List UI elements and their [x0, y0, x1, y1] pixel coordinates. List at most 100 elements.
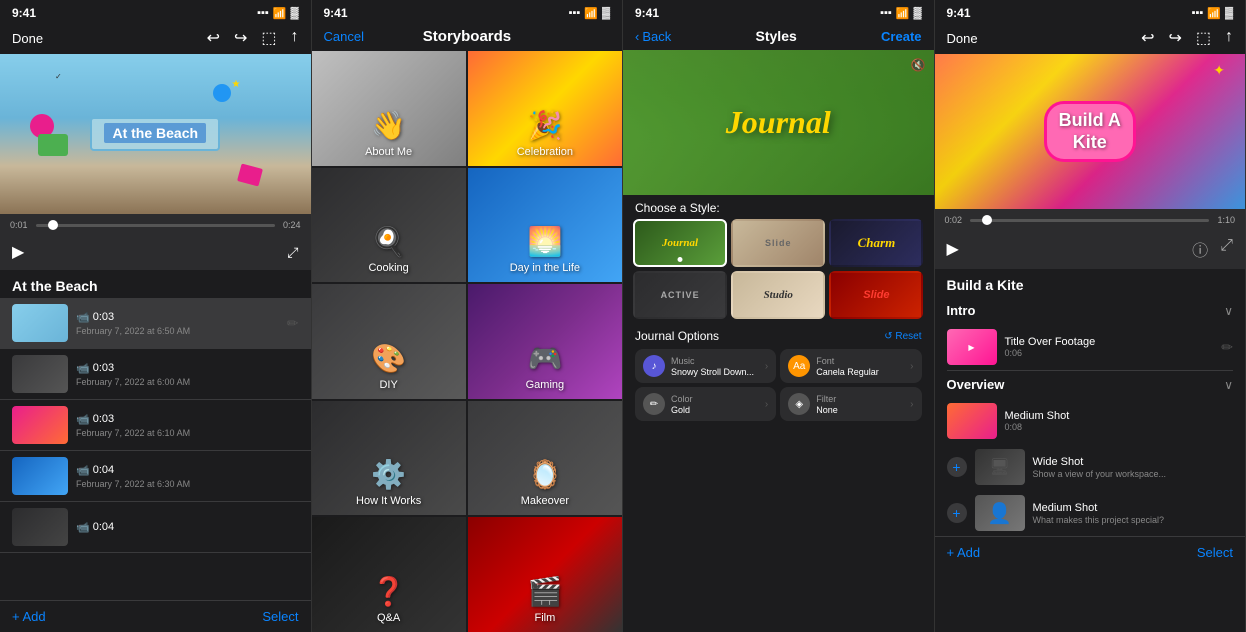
option-font[interactable]: Aa Font Canela Regular ›	[780, 349, 921, 383]
play-button-4[interactable]: ▶	[947, 239, 959, 259]
deco-blue-circle	[213, 84, 231, 102]
sb-about[interactable]: 👋 About Me	[312, 51, 466, 166]
undo-icon-4[interactable]: ↩	[1141, 28, 1154, 48]
kite-preview: ✦ Build A Kite	[935, 54, 1246, 209]
journal-preview: Journal 🔇	[623, 50, 934, 195]
undo-icon-1[interactable]: ↩	[207, 28, 220, 48]
wifi-icon-2: 📶	[584, 7, 598, 20]
film-label: Film	[534, 612, 555, 624]
wide-shot-plus[interactable]: +	[947, 457, 967, 477]
info-button-4[interactable]: ⓘ	[1192, 237, 1208, 261]
sb-celebration[interactable]: 🎉 Celebration	[468, 51, 622, 166]
playhead-1[interactable]	[48, 220, 58, 230]
share-icon-1[interactable]: ↑	[291, 28, 299, 48]
redo-icon-1[interactable]: ↪	[234, 28, 247, 48]
overview-clip-title-2: Medium Shot	[1033, 502, 1234, 514]
clip-item-4[interactable]: 📹 0:04	[0, 502, 311, 553]
color-key: Color	[671, 394, 759, 404]
sb-gaming[interactable]: 🎮 Gaming	[468, 284, 622, 399]
select-button-1[interactable]: Select	[262, 609, 298, 624]
done-button-1[interactable]: Done	[12, 31, 43, 46]
signal-icon-2: ▪▪▪	[569, 7, 581, 19]
status-icons-2: ▪▪▪ 📶 ▓	[569, 7, 610, 20]
overview-clip-2[interactable]: + 👤 Medium Shot What makes this project …	[935, 490, 1246, 536]
mute-icon-3[interactable]: 🔇	[911, 58, 926, 72]
select-button-4[interactable]: Select	[1197, 545, 1233, 560]
option-color[interactable]: ✏ Color Gold ›	[635, 387, 776, 421]
overview-clip-sub-1: Show a view of your workspace...	[1033, 469, 1234, 479]
intro-duration-0: 0:06	[1005, 348, 1214, 358]
filter-icon: ◈	[788, 393, 810, 415]
style-journal[interactable]: Journal	[633, 219, 727, 267]
clip-item-2[interactable]: 📹 0:03 February 7, 2022 at 6:10 AM	[0, 400, 311, 451]
signal-icon-1: ▪▪▪	[257, 7, 269, 19]
style-active[interactable]: Active	[633, 271, 727, 319]
overview-thumb-2: 👤	[975, 495, 1025, 531]
bottom-bar-4: + Add Select	[935, 536, 1246, 568]
chevron-left-icon: ‹	[635, 29, 639, 44]
cancel-button-2[interactable]: Cancel	[324, 29, 364, 44]
style-slide2-label: Slide	[863, 289, 889, 301]
duration-text-4: 0:04	[93, 521, 114, 533]
crop-icon-4[interactable]: ⬚	[1196, 28, 1211, 48]
add-button-4[interactable]: + Add	[947, 545, 981, 560]
clip-item-3[interactable]: 📹 0:04 February 7, 2022 at 6:30 AM	[0, 451, 311, 502]
overview-section-header[interactable]: Overview ∨	[935, 371, 1246, 398]
signal-icon-3: ▪▪▪	[880, 7, 892, 19]
overview-clip-0[interactable]: Medium Shot 0:08	[935, 398, 1246, 444]
playhead-4[interactable]	[982, 215, 992, 225]
intro-clip-0[interactable]: ▶ Title Over Footage 0:06 ✏	[935, 324, 1246, 370]
share-icon-4[interactable]: ↑	[1225, 28, 1233, 48]
style-charm[interactable]: Charm	[829, 219, 923, 267]
intro-section-header[interactable]: Intro ∨	[935, 297, 1246, 324]
time-start-1: 0:01	[10, 220, 28, 230]
play-button-1[interactable]: ▶	[12, 242, 24, 262]
music-key: Music	[671, 356, 759, 366]
clip-duration-2: 📹 0:03	[76, 413, 299, 426]
overview-clip-1[interactable]: + 🖥 Wide Shot Show a view of your worksp…	[935, 444, 1246, 490]
sb-diy[interactable]: 🎨 DIY	[312, 284, 466, 399]
styles-title: Styles	[756, 28, 797, 44]
timeline-track-1[interactable]	[36, 224, 275, 227]
clip-item-0[interactable]: 📹 0:03 February 7, 2022 at 6:50 AM ✏	[0, 298, 311, 349]
sb-makeover[interactable]: 🪞 Makeover	[468, 401, 622, 516]
medium-shot-plus[interactable]: +	[947, 503, 967, 523]
done-button-4[interactable]: Done	[947, 31, 978, 46]
create-button-3[interactable]: Create	[881, 29, 921, 44]
timeline-track-4[interactable]	[970, 219, 1209, 222]
style-studio-label: Studio	[764, 289, 793, 301]
expand-button-4[interactable]: ⤢	[1220, 237, 1233, 261]
option-music[interactable]: ♪ Music Snowy Stroll Down... ›	[635, 349, 776, 383]
diy-icon: 🎨	[371, 342, 406, 375]
style-slide[interactable]: Slide	[731, 219, 825, 267]
style-slide2[interactable]: Slide	[829, 271, 923, 319]
sb-qa[interactable]: ❓ Q&A	[312, 517, 466, 632]
sb-daylife[interactable]: 🌅 Day in the Life	[468, 168, 622, 283]
style-studio[interactable]: Studio	[731, 271, 825, 319]
intro-edit-0[interactable]: ✏	[1221, 339, 1233, 356]
project-title-1: At the Beach	[0, 270, 311, 298]
clip-item-1[interactable]: 📹 0:03 February 7, 2022 at 6:00 AM	[0, 349, 311, 400]
expand-button-1[interactable]: ⤢	[287, 244, 298, 261]
overview-meta-1: Wide Shot Show a view of your workspace.…	[1033, 456, 1234, 479]
controls-bar-1: ▶ ⤢	[0, 236, 311, 270]
sb-film[interactable]: 🎬 Film	[468, 517, 622, 632]
clip-meta-0: 📹 0:03 February 7, 2022 at 6:50 AM	[76, 311, 279, 336]
add-button-1[interactable]: + Add	[12, 609, 46, 624]
status-bar-3: 9:41 ▪▪▪ 📶 ▓	[623, 0, 934, 24]
video-icon-1: 📹	[76, 362, 90, 375]
back-button-3[interactable]: ‹ Back	[635, 29, 671, 44]
clip-edit-0[interactable]: ✏	[287, 315, 299, 332]
video-icon-0: 📹	[76, 311, 90, 324]
sb-howitworks[interactable]: ⚙️ How It Works	[312, 401, 466, 516]
crop-icon-1[interactable]: ⬚	[261, 28, 276, 48]
option-filter[interactable]: ◈ Filter None ›	[780, 387, 921, 421]
reset-button[interactable]: ↺ Reset	[884, 331, 921, 342]
sb-cooking[interactable]: 🍳 Cooking	[312, 168, 466, 283]
gaming-icon: 🎮	[527, 342, 562, 375]
redo-icon-4[interactable]: ↪	[1168, 28, 1181, 48]
deco-pink-rect	[237, 163, 263, 186]
clip-list-1: 📹 0:03 February 7, 2022 at 6:50 AM ✏ 📹 0…	[0, 298, 311, 600]
music-icon: ♪	[643, 355, 665, 377]
overview-clip-sub-2: What makes this project special?	[1033, 515, 1234, 525]
